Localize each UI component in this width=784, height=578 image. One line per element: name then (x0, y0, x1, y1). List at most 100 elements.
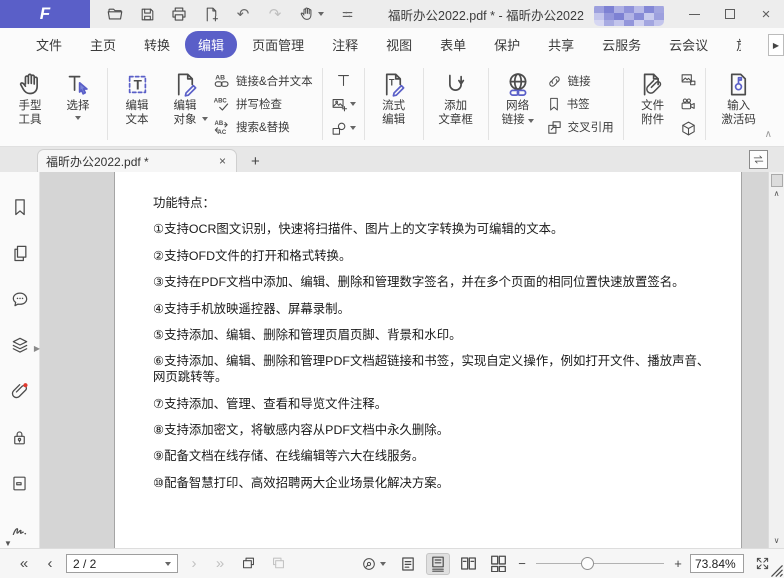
document-tab-bar: 福昕办公2022.pdf * × + (0, 147, 784, 172)
facing-continuous-view-button[interactable] (486, 553, 510, 575)
minimize-button[interactable] (676, 0, 712, 28)
last-page-button[interactable]: » (210, 555, 230, 572)
activation-code-button[interactable]: 输入 激活码 (711, 66, 767, 142)
add-image-button[interactable] (331, 93, 356, 115)
link-merge-text-button[interactable]: AB 链接&合并文本 (213, 70, 313, 92)
tab-cloud-meeting[interactable]: 云会议 (656, 31, 721, 58)
tab-cloud-service[interactable]: 云服务 (589, 31, 654, 58)
tab-view[interactable]: 视图 (373, 31, 425, 58)
tab-overflow-partial[interactable]: 放 (723, 31, 741, 58)
flow-edit-button[interactable]: T 流式 编辑 (370, 66, 418, 142)
insert-video-button[interactable] (680, 93, 697, 115)
pdf-page[interactable]: 功能特点： ①支持OCR图文识别，快速将扫描件、图片上的文字转换为可编辑的文本。… (114, 172, 742, 548)
scroll-down-button[interactable]: ∨ (774, 534, 780, 548)
flow-edit-icon: T (380, 71, 407, 98)
tab-comment[interactable]: 注释 (319, 31, 371, 58)
more-panels-button[interactable]: ▼ (4, 539, 12, 548)
link-button[interactable]: 链接 (546, 70, 614, 92)
bookmark-button[interactable]: 书签 (546, 93, 614, 115)
tab-convert[interactable]: 转换 (131, 31, 183, 58)
close-tab-button[interactable]: × (217, 154, 228, 168)
tab-form[interactable]: 表单 (427, 31, 479, 58)
new-tab-button[interactable]: + (251, 153, 260, 172)
user-account-badge-blurred[interactable] (594, 3, 664, 26)
undo-button[interactable]: ↶ (228, 2, 258, 26)
first-page-button[interactable]: « (14, 555, 34, 572)
ribbon-separator (107, 68, 108, 140)
edit-text-button[interactable]: T 编辑 文本 (113, 66, 161, 142)
tab-file[interactable]: 文件 (23, 31, 75, 58)
document-tab-label: 福昕办公2022.pdf * (46, 153, 217, 170)
window-resize-grip[interactable] (771, 565, 783, 577)
insert-3d-button[interactable] (680, 117, 697, 139)
layers-panel-button[interactable] (9, 334, 31, 356)
spell-check-icon: ABC (213, 95, 231, 113)
view-mode-button[interactable] (356, 553, 390, 575)
add-article-box-button[interactable]: 添加 文章框 (429, 66, 483, 142)
add-shapes-button[interactable] (331, 117, 356, 139)
attachments-panel-button[interactable] (9, 380, 31, 402)
insert-image-button[interactable] (680, 69, 697, 91)
print-button[interactable] (164, 2, 194, 26)
previous-view-button[interactable] (236, 553, 260, 575)
save-button[interactable] (132, 2, 162, 26)
signature-icon (10, 519, 30, 539)
toggle-panels-button[interactable] (749, 150, 768, 169)
swap-arrows-icon (752, 153, 765, 166)
single-page-view-button[interactable] (396, 553, 420, 575)
video-camera-icon (680, 96, 697, 113)
hand-tool-quick-button[interactable] (292, 2, 330, 26)
select-tool-button[interactable]: 选择 (54, 66, 102, 142)
document-viewport[interactable]: 功能特点： ①支持OCR图文识别，快速将扫描件、图片上的文字转换为可编辑的文本。… (40, 172, 768, 548)
add-image-icon (331, 96, 348, 113)
collapse-ribbon-button[interactable]: ∧ (765, 129, 772, 140)
hand-tool-button[interactable]: 手型 工具 (6, 66, 54, 142)
save-icon (139, 6, 156, 23)
previous-page-button[interactable]: ‹ (40, 555, 60, 572)
web-link-button[interactable]: 网络 链接 (494, 66, 542, 142)
customize-toolbar-button[interactable] (332, 2, 362, 26)
tab-edit[interactable]: 编辑 (185, 31, 237, 58)
page-number-value: 2 / 2 (73, 557, 96, 571)
tab-protect[interactable]: 保护 (481, 31, 533, 58)
security-panel-button[interactable] (9, 426, 31, 448)
redo-button[interactable]: ↷ (260, 2, 290, 26)
zoom-level-input[interactable]: 73.84% (690, 554, 744, 573)
signature-panel-button[interactable] (9, 518, 31, 540)
scrollbar-thumb[interactable] (771, 174, 783, 187)
next-page-button[interactable]: › (184, 555, 204, 572)
page-number-input[interactable]: 2 / 2 (66, 554, 178, 573)
svg-text:AB: AB (215, 75, 225, 82)
menu-scroll-right-button[interactable]: ▶ (768, 34, 784, 56)
search-replace-button[interactable]: ABAC 搜索&替换 (213, 116, 313, 138)
tab-share[interactable]: 共享 (535, 31, 587, 58)
zoom-slider[interactable] (536, 557, 664, 571)
new-document-button[interactable] (196, 2, 226, 26)
vertical-scrollbar[interactable]: ∧ ∨ (768, 172, 784, 548)
edit-object-button[interactable]: 编辑 对象 (161, 66, 209, 142)
pages-panel-button[interactable] (9, 242, 31, 264)
add-text-button[interactable] (331, 69, 356, 91)
tab-page-management[interactable]: 页面管理 (239, 31, 317, 58)
maximize-button[interactable] (712, 0, 748, 28)
zoom-out-button[interactable]: − (516, 556, 528, 571)
continuous-view-button[interactable] (426, 553, 450, 575)
open-file-button[interactable] (100, 2, 130, 26)
next-view-button[interactable] (266, 553, 290, 575)
document-tab[interactable]: 福昕办公2022.pdf * × (37, 149, 237, 172)
bookmarks-panel-button[interactable] (9, 196, 31, 218)
close-button[interactable]: × (748, 0, 784, 28)
scroll-up-button[interactable]: ∧ (774, 187, 780, 201)
cross-reference-button[interactable]: 交叉引用 (546, 116, 614, 138)
zoom-in-button[interactable]: + (672, 556, 684, 571)
tab-home[interactable]: 主页 (77, 31, 129, 58)
add-text-icon (335, 72, 352, 89)
spell-check-button[interactable]: ABC 拼写检查 (213, 93, 313, 115)
facing-view-button[interactable] (456, 553, 480, 575)
zoom-slider-thumb[interactable] (581, 557, 594, 570)
maximize-icon (725, 9, 735, 19)
comments-panel-button[interactable] (9, 288, 31, 310)
ribbon-separator (423, 68, 424, 140)
destinations-panel-button[interactable] (9, 472, 31, 494)
file-attachment-button[interactable]: 文件 附件 (629, 66, 677, 142)
